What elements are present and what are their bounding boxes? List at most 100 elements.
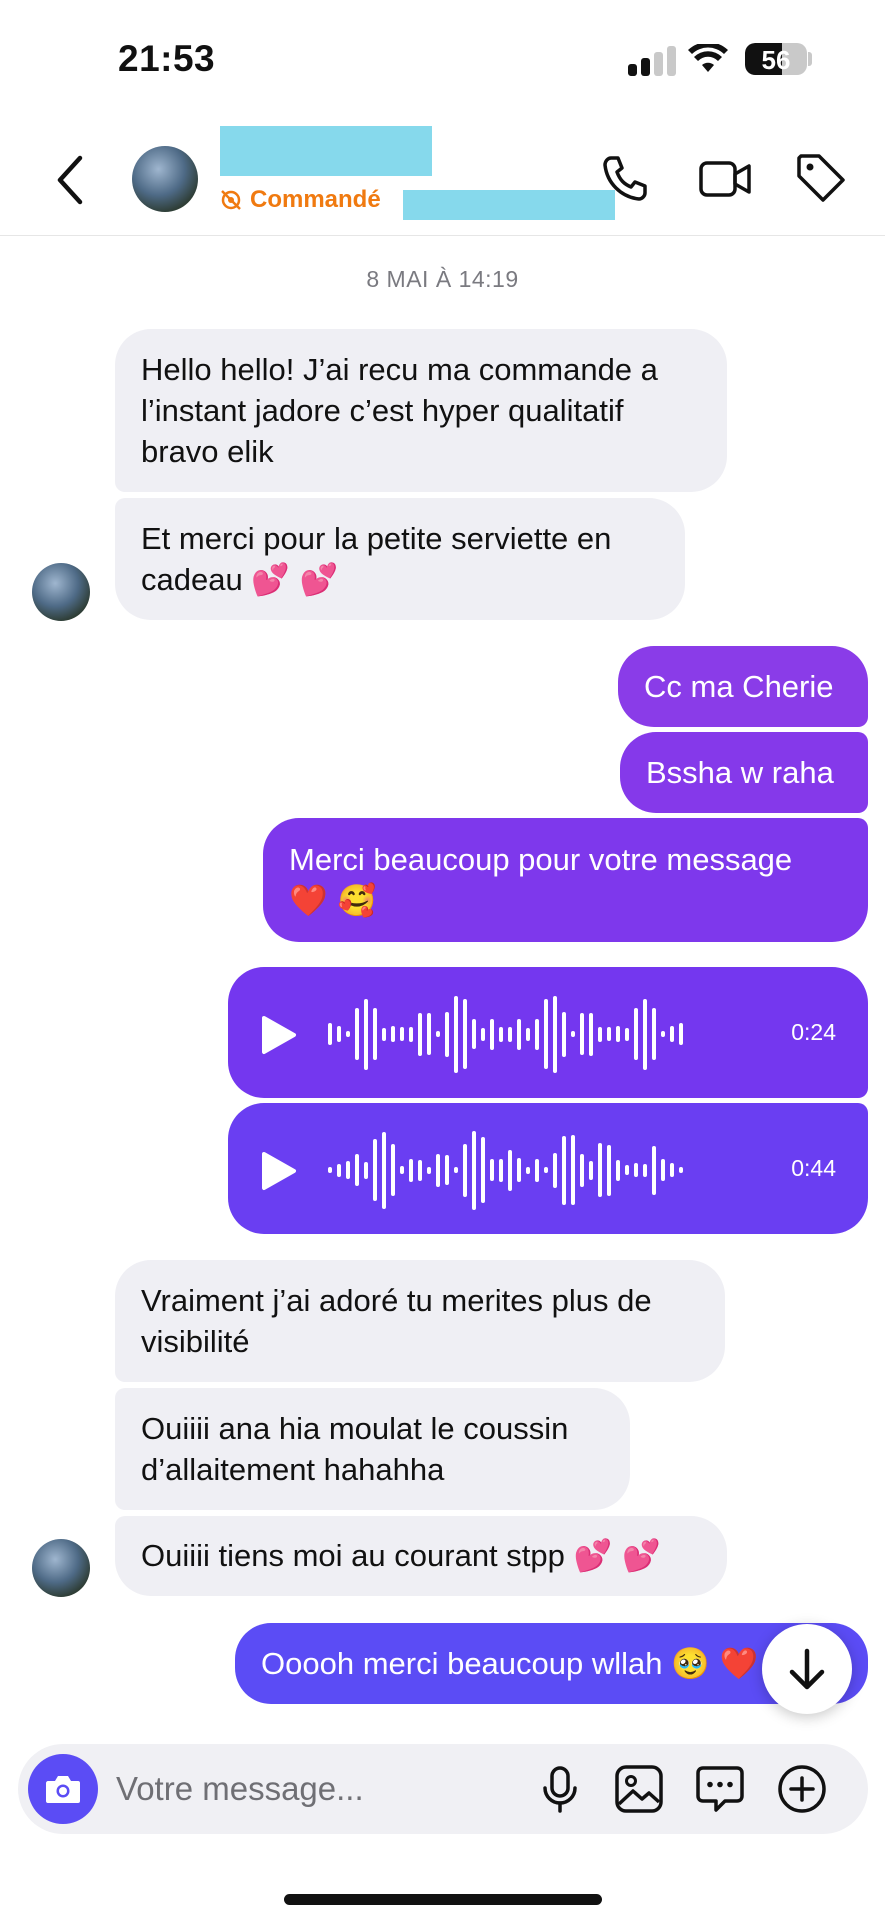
message-text-body: Ooooh merci beaucoup wllah — [261, 1645, 663, 1681]
message-emoji: 💕 💕 — [251, 561, 339, 598]
incoming-message[interactable]: Ouiiii ana hia moulat le coussin d’allai… — [115, 1388, 630, 1510]
camera-icon — [46, 1776, 80, 1803]
waveform-bar — [391, 1026, 395, 1042]
waveform-bar — [580, 1013, 584, 1055]
waveform-bar — [643, 1163, 647, 1177]
waveform-bar — [544, 1167, 548, 1173]
waveform-bar — [436, 1031, 440, 1037]
waveform-bar — [652, 1008, 656, 1060]
voice-message[interactable]: 0:44 — [228, 1103, 868, 1234]
waveform-bar — [553, 1152, 557, 1188]
voice-message[interactable]: 0:24 — [228, 967, 868, 1098]
incoming-message[interactable]: Vraiment j’ai adoré tu merites plus de v… — [115, 1260, 725, 1382]
quick-reply-icon[interactable] — [693, 1762, 747, 1816]
contact-subtitle-redacted — [403, 190, 615, 220]
waveform-bar — [589, 1160, 593, 1180]
image-icon[interactable] — [612, 1762, 666, 1816]
tag-icon[interactable] — [793, 150, 849, 206]
waveform-bar — [364, 1161, 368, 1179]
camera-button[interactable] — [28, 1754, 98, 1824]
waveform-bar — [670, 1026, 674, 1042]
message-text: Vraiment j’ai adoré tu merites plus de v… — [141, 1283, 652, 1359]
message-text: Et merci pour la petite serviette en cad… — [141, 518, 659, 601]
waveform-bar — [418, 1159, 422, 1181]
microphone-icon[interactable] — [533, 1762, 587, 1816]
waveform-bar — [490, 1159, 494, 1181]
incoming-message[interactable]: Hello hello! J’ai recu ma commande a l’i… — [115, 329, 727, 492]
waveform-bar — [607, 1144, 611, 1196]
waveform-bar — [517, 1158, 521, 1182]
video-camera-icon[interactable] — [697, 150, 753, 206]
arrow-down-icon — [789, 1648, 825, 1690]
message-text: Merci beaucoup pour votre message ❤️ 🥰 — [289, 839, 792, 922]
status-time: 21:53 — [118, 38, 216, 79]
waveform-bar — [337, 1026, 341, 1042]
chevron-left-icon[interactable] — [50, 150, 90, 210]
voice-duration: 0:24 — [791, 1019, 836, 1045]
contact-avatar[interactable] — [132, 146, 198, 212]
waveform-bar — [598, 1143, 602, 1197]
waveform-bar — [571, 1031, 575, 1037]
waveform-bar — [355, 1008, 359, 1060]
cellular-signal-icon — [628, 46, 688, 76]
waveform-bar — [481, 1137, 485, 1203]
play-icon[interactable] — [258, 1151, 298, 1191]
waveform-bar — [562, 1135, 566, 1205]
plus-circle-icon[interactable] — [775, 1762, 829, 1816]
waveform-bar — [535, 1158, 539, 1182]
voice-waveform[interactable] — [328, 989, 688, 1079]
message-text: Ouiiii tiens moi au courant stpp 💕 💕 — [141, 1535, 661, 1577]
battery-tip — [808, 52, 812, 66]
outgoing-message[interactable]: Merci beaucoup pour votre message ❤️ 🥰 — [263, 818, 868, 942]
header-divider — [0, 235, 885, 236]
waveform-bar — [391, 1144, 395, 1196]
home-indicator — [284, 1894, 602, 1905]
waveform-bar — [427, 1013, 431, 1055]
play-icon[interactable] — [258, 1015, 298, 1055]
waveform-bar — [418, 1012, 422, 1056]
waveform-bar — [517, 1018, 521, 1050]
waveform-bar — [364, 998, 368, 1070]
waveform-bar — [679, 1167, 683, 1173]
waveform-bar — [571, 1135, 575, 1205]
voice-duration: 0:44 — [791, 1155, 836, 1181]
waveform-bar — [328, 1167, 332, 1173]
message-text: Bssha w raha — [646, 755, 834, 790]
phone-icon[interactable] — [597, 150, 653, 206]
waveform-bar — [598, 1026, 602, 1042]
waveform-bar — [436, 1153, 440, 1187]
waveform-bar — [409, 1158, 413, 1182]
wifi-icon — [688, 44, 728, 72]
message-text: Cc ma Cherie — [644, 669, 834, 704]
waveform-bar — [625, 1027, 629, 1041]
waveform-bar — [616, 1159, 620, 1181]
waveform-bar — [463, 999, 467, 1069]
message-text: Ooooh merci beaucoup wllah 🥹 ❤️ — [261, 1643, 758, 1685]
message-text: Hello hello! J’ai recu ma commande a l’i… — [141, 352, 658, 469]
waveform-bar — [346, 1031, 350, 1037]
waveform-bar — [616, 1026, 620, 1042]
incoming-message[interactable]: Et merci pour la petite serviette en cad… — [115, 498, 685, 620]
outgoing-message[interactable]: Bssha w raha — [620, 732, 868, 813]
waveform-bar — [400, 1166, 404, 1174]
message-emoji: 💕 💕 — [573, 1538, 661, 1574]
waveform-bar — [499, 1158, 503, 1182]
waveform-bar — [382, 1027, 386, 1041]
message-text-body: Merci beaucoup pour votre message — [289, 841, 793, 877]
waveform-bar — [337, 1163, 341, 1177]
incoming-message[interactable]: Ouiiii tiens moi au courant stpp 💕 💕 — [115, 1516, 727, 1596]
waveform-bar — [355, 1154, 359, 1186]
waveform-bar — [463, 1143, 467, 1197]
order-status-icon — [221, 190, 241, 210]
message-input[interactable] — [116, 1766, 506, 1812]
outgoing-message[interactable]: Cc ma Cherie — [618, 646, 868, 727]
voice-waveform[interactable] — [328, 1125, 688, 1215]
waveform-bar — [562, 1011, 566, 1057]
waveform-bar — [625, 1165, 629, 1175]
contact-avatar-small[interactable] — [32, 1539, 90, 1597]
waveform-bar — [454, 995, 458, 1073]
waveform-bar — [454, 1167, 458, 1173]
waveform-bar — [382, 1131, 386, 1209]
contact-avatar-small[interactable] — [32, 563, 90, 621]
scroll-to-bottom-button[interactable] — [762, 1624, 852, 1714]
